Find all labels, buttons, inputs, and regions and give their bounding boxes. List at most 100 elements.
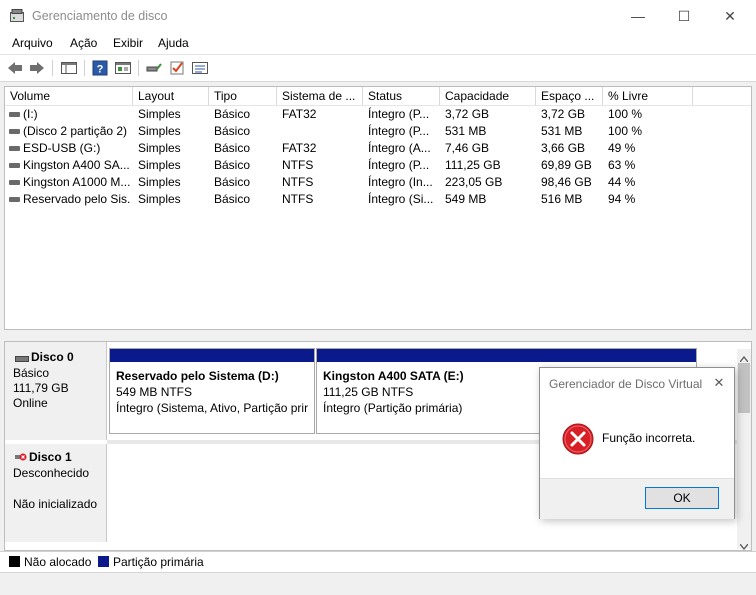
column-header-livre[interactable]: % Livre [603,87,693,105]
status-bar [0,572,756,595]
cell-layout: Simples [138,107,181,121]
table-row[interactable]: Kingston A1000 M... Simples Básico NTFS Ínte… [5,174,751,191]
disk-error-icon [15,451,27,466]
volume-drive-icon [9,129,20,134]
cell-livre: 63 % [608,158,636,172]
cell-volume: ESD-USB (G:) [23,141,101,155]
cell-espaco: 531 MB [541,124,583,138]
cell-volume: Reservado pelo Sis... [23,192,131,206]
toolbar-separator [52,60,53,76]
column-header-volume[interactable]: Volume [5,87,133,105]
dialog-close-button[interactable]: ✕ [708,372,730,394]
cell-volume: (I:) [23,107,38,121]
connect-icon[interactable] [144,58,164,78]
disk-1-label[interactable]: Disco 1 Desconhecido Não inicializado [5,444,107,542]
cell-sistema: NTFS [282,175,314,189]
ok-button[interactable]: OK [645,487,719,509]
close-button[interactable]: ✕ [707,0,753,32]
cell-status: Íntegro (A... [368,141,431,155]
cell-espaco: 3,66 GB [541,141,586,155]
cell-status: Íntegro (P... [368,107,430,121]
cell-livre: 44 % [608,175,636,189]
cell-espaco: 98,46 GB [541,175,592,189]
disk-0-name: Disco 0 [31,350,74,364]
back-icon[interactable] [5,58,25,78]
volume-drive-icon [9,197,20,202]
cell-capacidade: 531 MB [445,124,487,138]
toolbar-separator [138,60,139,76]
menu-acao[interactable]: Ação [70,36,97,50]
table-row[interactable]: Reservado pelo Sis... Simples Básico NTFS Ín… [5,191,751,208]
disk-management-icon [10,9,24,22]
cell-tipo: Básico [214,107,251,121]
cell-livre: 49 % [608,141,636,155]
partition-size: 549 MB NTFS [116,385,193,399]
cell-capacidade: 7,46 GB [445,141,490,155]
minimize-button[interactable]: — [615,0,661,32]
legend-label-unallocated: Não alocado [24,555,92,569]
cell-sistema: FAT32 [282,141,317,155]
console-tree-icon[interactable] [59,58,79,78]
cell-tipo: Básico [214,158,251,172]
disk-1-type: Desconhecido [13,466,90,480]
column-header-espaco[interactable]: Espaço ... [536,87,603,105]
cell-layout: Simples [138,158,181,172]
partition-bar [110,349,314,362]
cell-sistema: FAT32 [282,107,317,121]
dialog-title: Gerenciador de Disco Virtual [549,377,703,391]
cell-volume: (Disco 2 partição 2) [23,124,128,138]
column-header-tipo[interactable]: Tipo [209,87,277,105]
legend-swatch-primary [98,556,109,567]
toolbar-separator [84,60,85,76]
cell-espaco: 516 MB [541,192,583,206]
menu-arquivo[interactable]: Arquivo [12,36,53,50]
cell-volume: Kingston A400 SA... [23,158,130,172]
cell-livre: 100 % [608,107,643,121]
cell-sistema: NTFS [282,192,314,206]
column-header-layout[interactable]: Layout [133,87,209,105]
partition-reservado[interactable]: Reservado pelo Sistema (D:) 549 MB NTFS … [109,348,315,434]
volume-list[interactable]: Volume Layout Tipo Sistema de ... Status… [4,86,752,330]
partition-status: Íntegro (Sistema, Ativo, Partição prir [116,401,309,415]
window-title: Gerenciamento de disco [32,9,168,23]
cell-layout: Simples [138,141,181,155]
help-icon[interactable]: ? [90,58,110,78]
properties-icon[interactable] [113,58,133,78]
volume-drive-icon [9,163,20,168]
disk-1-name: Disco 1 [29,450,72,464]
cell-tipo: Básico [214,141,251,155]
column-header-status[interactable]: Status [363,87,440,105]
disk-0-status: Online [13,396,48,410]
list-icon[interactable] [190,58,210,78]
menu-ajuda[interactable]: Ajuda [158,36,189,50]
error-dialog: Gerenciador de Disco Virtual ✕ Função in… [539,367,735,519]
cell-tipo: Básico [214,124,251,138]
cell-livre: 94 % [608,192,636,206]
volume-drive-icon [9,180,20,185]
partition-title: Kingston A400 SATA (E:) [323,369,464,383]
cell-volume: Kingston A1000 M... [23,175,131,189]
column-header-capacidade[interactable]: Capacidade [440,87,536,105]
maximize-button[interactable]: ☐ [661,0,707,32]
cell-layout: Simples [138,192,181,206]
scroll-thumb[interactable] [738,363,750,413]
cell-espaco: 69,89 GB [541,158,592,172]
volume-drive-icon [9,146,20,151]
legend-swatch-unallocated [9,556,20,567]
vertical-scrollbar[interactable] [737,349,751,551]
forward-icon[interactable] [27,58,47,78]
cell-livre: 100 % [608,124,643,138]
column-header-sistema[interactable]: Sistema de ... [277,87,363,105]
disk-1-status: Não inicializado [13,497,98,511]
menu-exibir[interactable]: Exibir [113,36,143,50]
table-row[interactable]: ESD-USB (G:) Simples Básico FAT32 Íntegro (A… [5,140,751,157]
disk-0-label[interactable]: Disco 0 Básico 111,79 GB Online [5,342,107,440]
table-row[interactable]: (I:) Simples Básico FAT32 Íntegro (P... 3,72 … [5,106,751,123]
error-icon [562,423,594,458]
cell-tipo: Básico [214,192,251,206]
table-row[interactable]: Kingston A400 SA... Simples Básico NTFS Ínte… [5,157,751,174]
cell-capacidade: 223,05 GB [445,175,503,189]
cell-capacidade: 549 MB [445,192,487,206]
table-row[interactable]: (Disco 2 partição 2) Simples Básico Íntegro… [5,123,751,140]
check-icon[interactable] [167,58,187,78]
